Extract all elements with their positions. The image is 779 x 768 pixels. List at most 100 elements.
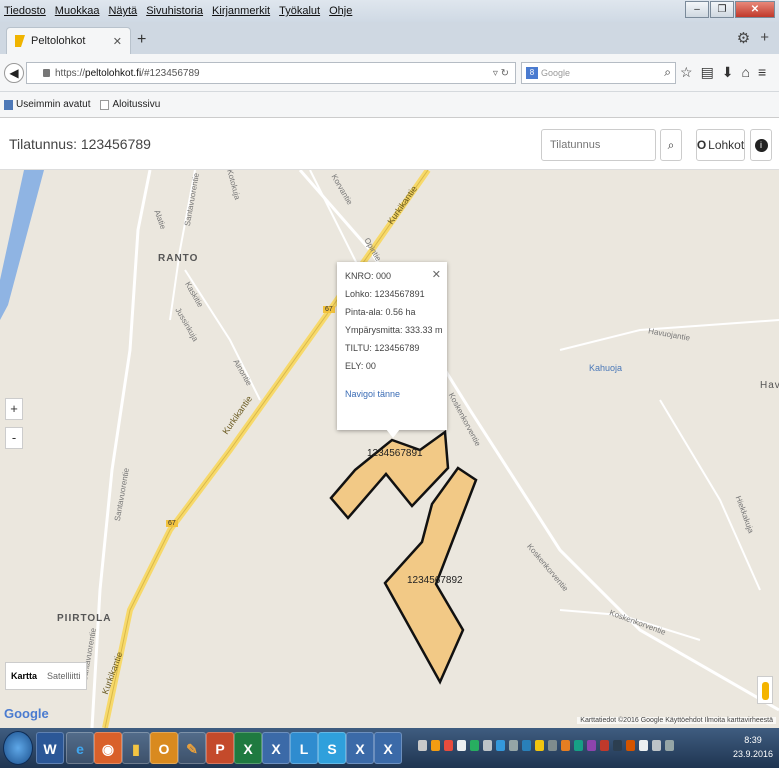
map-type-kartta[interactable]: Kartta	[6, 671, 42, 681]
reload-icon[interactable]: ▿ ↻	[493, 68, 509, 79]
url-bar[interactable]: https:// peltolohkot.fi /#123456789 ▿ ↻	[26, 62, 516, 84]
popup-tiltu: TILTU: 123456789	[345, 343, 420, 353]
road-number-shield: 67	[323, 306, 335, 313]
page-icon	[100, 99, 110, 110]
url-hash: /#123456789	[141, 67, 200, 79]
tab-title: Peltolohkot	[31, 35, 86, 47]
menu-view[interactable]: Näytä	[108, 5, 137, 17]
outlook-icon[interactable]: O	[150, 732, 178, 764]
taskbar-clock[interactable]: 8:39 23.9.2016	[733, 733, 773, 761]
skype-icon[interactable]: S	[318, 732, 346, 764]
app-icon-x2[interactable]: X	[346, 732, 374, 764]
tray-icon[interactable]	[457, 740, 466, 751]
search-button[interactable]: ⌕	[660, 129, 682, 161]
search-icon[interactable]: ⌕	[664, 65, 671, 80]
hamburger-menu-icon[interactable]: ≡	[758, 64, 766, 81]
back-button[interactable]: ◀	[4, 63, 24, 83]
popup-ely: ELY: 00	[345, 361, 376, 371]
battery-icon[interactable]	[665, 740, 674, 751]
tray-icon[interactable]	[496, 740, 505, 751]
tray-icon[interactable]	[548, 740, 557, 751]
tab-peltolohkot[interactable]: Peltolohkot ✕	[6, 27, 131, 54]
reading-list-icon[interactable]: ▤	[701, 64, 714, 81]
bookmark-most-visited[interactable]: Useimmin avatut	[4, 99, 90, 110]
bookmark-label: Aloitussivu	[112, 99, 161, 110]
bookmark-start-page[interactable]: Aloitussivu	[100, 99, 160, 110]
excel-icon[interactable]: X	[234, 732, 262, 764]
bookmarks-toolbar: Useimmin avatut Aloitussivu	[0, 92, 779, 118]
google-engine-icon[interactable]: 8	[526, 67, 538, 79]
menu-help[interactable]: Ohje	[329, 5, 352, 17]
menu-bar: Tiedosto Muokkaa Näytä Sivuhistoria Kirj…	[0, 0, 779, 22]
tray-icon[interactable]	[574, 740, 583, 751]
close-window-button[interactable]: ✕	[735, 1, 775, 18]
tray-icon[interactable]	[522, 740, 531, 751]
map-type-satelliitti[interactable]: Satelliitti	[42, 671, 86, 681]
place-label-havu: Havu	[760, 380, 779, 391]
lync-icon[interactable]: L	[290, 732, 318, 764]
minimize-button[interactable]: –	[685, 1, 709, 18]
tray-icon[interactable]	[600, 740, 609, 751]
file-explorer-icon[interactable]: ▮	[122, 732, 150, 764]
menu-tools[interactable]: Työkalut	[279, 5, 320, 17]
powerpoint-icon[interactable]: P	[206, 732, 234, 764]
url-prefix: https://	[55, 67, 86, 79]
hiekkakuja-road	[659, 399, 761, 591]
map-area[interactable]: RANTO PIIRTOLA Havu Kahuoja Kurkikantie …	[0, 170, 779, 728]
menu-bookmarks[interactable]: Kirjanmerkit	[212, 5, 270, 17]
tray-icon[interactable]	[509, 740, 518, 751]
internet-explorer-icon[interactable]: e	[66, 732, 94, 764]
place-label-piirtola: PIIRTOLA	[57, 613, 112, 624]
home-icon[interactable]: ⌂	[742, 64, 750, 81]
tilatunnus-search-input[interactable]	[541, 129, 656, 161]
tray-icon[interactable]	[587, 740, 596, 751]
maximize-button[interactable]: ❐	[710, 1, 734, 18]
close-tab-icon[interactable]: ✕	[113, 35, 122, 48]
street-view-pegman-icon[interactable]	[757, 676, 773, 704]
tray-icon[interactable]	[483, 740, 492, 751]
bookmark-label: Useimmin avatut	[16, 99, 91, 110]
map-attribution[interactable]: Karttatiedot ©2016 Google Käyttöehdot Il…	[577, 717, 776, 724]
network-icon[interactable]	[652, 740, 661, 751]
tray-icon[interactable]	[613, 740, 622, 751]
plus-icon[interactable]: +	[760, 29, 769, 47]
tab-bar-tools: ⚙ +	[737, 29, 769, 47]
zoom-in-button[interactable]: +	[5, 398, 23, 420]
system-tray	[418, 740, 674, 751]
gear-icon[interactable]: ⚙	[737, 29, 750, 47]
firefox-icon[interactable]: ◉	[94, 732, 122, 764]
tray-icon[interactable]	[418, 740, 427, 751]
lock-icon	[43, 69, 50, 77]
taskbar: W e ◉ ▮ O ✎ P X X L S X X 8:39 23.9.2016	[0, 728, 779, 768]
navigate-here-link[interactable]: Navigoi tänne	[345, 389, 439, 399]
word-icon[interactable]: W	[36, 732, 64, 764]
star-icon[interactable]: ☆	[680, 64, 693, 81]
app-icon-x1[interactable]: X	[262, 732, 290, 764]
paint-icon[interactable]: ✎	[178, 732, 206, 764]
zoom-out-button[interactable]: -	[5, 427, 23, 449]
lohkot-button[interactable]: O Lohkot	[696, 129, 745, 161]
tab-bar: Peltolohkot ✕ + ⚙ +	[0, 22, 779, 54]
close-icon[interactable]: ✕	[432, 268, 441, 281]
new-tab-icon[interactable]: +	[137, 31, 146, 49]
info-button[interactable]: i	[750, 129, 772, 161]
popup-pointer	[386, 429, 400, 438]
tray-icon[interactable]	[470, 740, 479, 751]
circle-icon: O	[696, 138, 707, 152]
tray-icon[interactable]	[535, 740, 544, 751]
volume-icon[interactable]	[639, 740, 648, 751]
menu-file[interactable]: Tiedosto	[4, 5, 46, 17]
clock-time: 8:39	[744, 735, 762, 745]
navigation-bar: ◀ https:// peltolohkot.fi /#123456789 ▿ …	[0, 54, 779, 92]
browser-search-bar[interactable]: 8 Google ⌕	[521, 62, 676, 84]
app-icon-x3[interactable]: X	[374, 732, 402, 764]
tray-icon[interactable]	[561, 740, 570, 751]
download-icon[interactable]: ⬇	[722, 64, 734, 81]
menu-edit[interactable]: Muokkaa	[55, 5, 100, 17]
tray-icon[interactable]	[626, 740, 635, 751]
tray-icon[interactable]	[444, 740, 453, 751]
menu-history[interactable]: Sivuhistoria	[146, 5, 203, 17]
tray-icon[interactable]	[431, 740, 440, 751]
url-domain: peltolohkot.fi	[85, 67, 142, 79]
start-button[interactable]	[3, 731, 33, 765]
